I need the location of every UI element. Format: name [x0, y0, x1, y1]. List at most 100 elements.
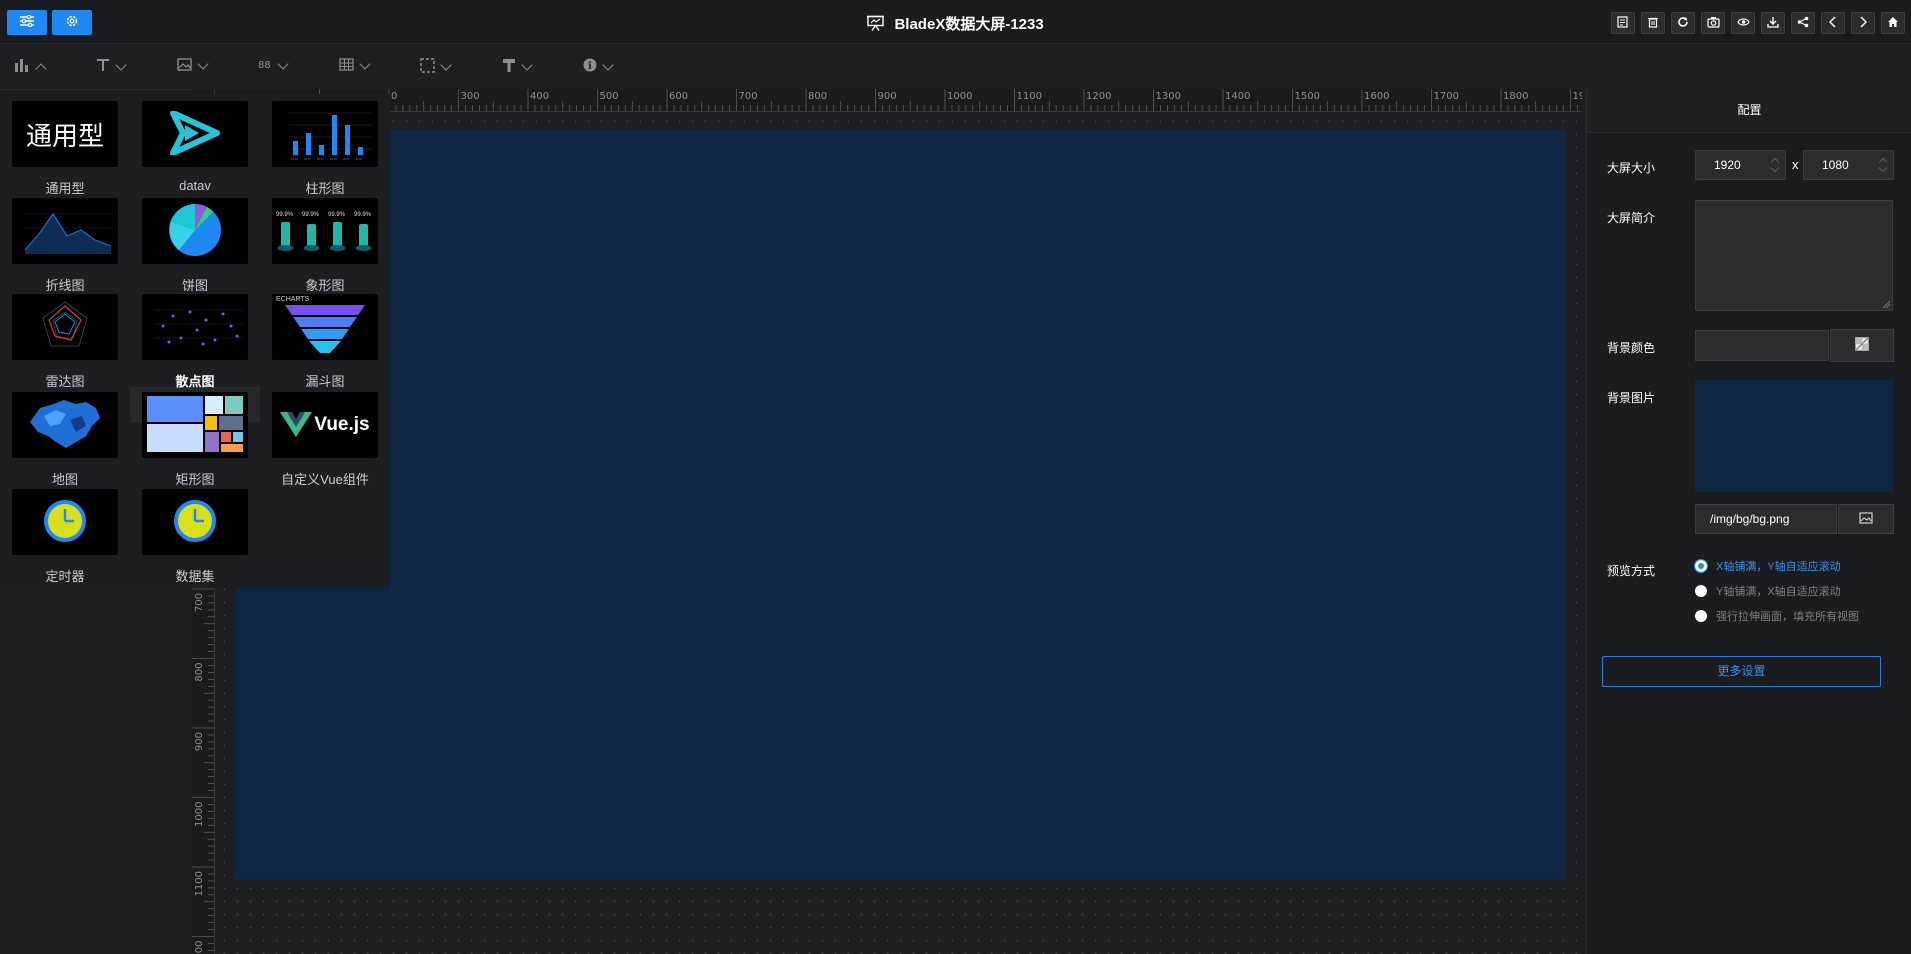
text-menu[interactable]: [96, 58, 127, 75]
border-menu[interactable]: [420, 58, 452, 76]
stepper-arrows-icon[interactable]: [1879, 157, 1887, 173]
ruler-label: 400: [530, 91, 549, 102]
height-input[interactable]: 1080: [1803, 150, 1894, 180]
share-button[interactable]: [1791, 12, 1815, 34]
datav-logo-icon: [169, 109, 221, 158]
ruler-label: 500: [600, 91, 619, 102]
number-menu[interactable]: 88: [258, 57, 289, 73]
lib-item-dataset[interactable]: 数据集: [142, 489, 248, 584]
more-settings-button[interactable]: 更多设置: [1602, 656, 1881, 687]
redo-button[interactable]: [1851, 12, 1875, 34]
lib-item-line-chart[interactable]: 折线图: [12, 198, 118, 293]
bg-image-path-input[interactable]: /img/bg/bg.png: [1695, 504, 1837, 534]
lib-item-label: 数据集: [175, 569, 215, 584]
treemap-thumbnail: [142, 392, 248, 458]
ruler-label: 1100: [194, 871, 205, 896]
eye-icon: [1736, 16, 1750, 30]
table-menu[interactable]: [339, 58, 371, 74]
ruler-label: 1300: [1156, 91, 1181, 102]
image-icon: [177, 58, 192, 74]
screen-canvas[interactable]: [235, 130, 1566, 879]
chevron-down-icon: [115, 58, 127, 71]
lib-item-bar-chart[interactable]: 2012 2013 2014 2015 2016 2017 柱形图: [272, 101, 378, 196]
lib-item-general[interactable]: 通用型 通用型: [12, 101, 118, 196]
width-input[interactable]: 1920: [1695, 150, 1786, 180]
log-button[interactable]: [1611, 12, 1635, 34]
radio-icon[interactable]: [1695, 585, 1707, 597]
ruler-label: 700: [194, 593, 205, 612]
resize-handle-icon[interactable]: [1883, 301, 1890, 308]
funnel-thumbnail: ECHARTS: [272, 294, 378, 360]
preview-option-stretch[interactable]: 强行拉伸画面，填充所有视图: [1695, 608, 1859, 624]
lib-item-label: 漏斗图: [305, 374, 345, 389]
pictorial-preview-icon: 99.9% 99.9% 99.9% 99.9%: [273, 200, 377, 263]
config-panel: 配置 大屏大小 1920 x 1080 大屏简介 背景颜色 背景图片 /img/…: [1586, 89, 1911, 954]
svg-text:2014: 2014: [317, 157, 324, 161]
svg-text:2012: 2012: [291, 157, 298, 161]
lib-item-funnel[interactable]: ECHARTS 漏斗图: [272, 294, 378, 389]
refresh-button[interactable]: [1671, 12, 1695, 34]
ruler-label: 800: [808, 91, 827, 102]
ruler-label: 1800: [1503, 91, 1528, 102]
image-icon: [1859, 511, 1873, 527]
ruler-top: 0 300 400 500 600 700 800 900 1000 1100 1200 1300 14…: [212, 89, 1582, 112]
undo-button[interactable]: [1821, 12, 1845, 34]
preview-option-y-fill[interactable]: Y轴铺满，X轴自适应滚动: [1695, 583, 1841, 599]
lib-item-treemap[interactable]: 矩形图: [142, 392, 248, 487]
lib-item-timer[interactable]: 定时器: [12, 489, 118, 584]
lib-item-pie-chart[interactable]: 饼图: [142, 198, 248, 293]
ruler-label: 1500: [1295, 91, 1320, 102]
lib-item-radar[interactable]: 雷达图: [12, 294, 118, 389]
preview-button[interactable]: [1731, 12, 1755, 34]
chevron-down-icon: [521, 59, 533, 71]
pie-chart-thumbnail: [142, 198, 248, 264]
digits-icon: 88: [258, 58, 272, 73]
radio-selected-icon[interactable]: [1694, 559, 1708, 573]
select-image-button[interactable]: [1838, 504, 1894, 534]
lib-item-scatter[interactable]: 散点图: [142, 294, 248, 389]
color-picker-button[interactable]: [1830, 329, 1894, 362]
lib-item-label: 饼图: [181, 278, 208, 293]
description-textarea[interactable]: [1695, 200, 1893, 311]
line-chart-thumbnail: [12, 198, 118, 264]
preview-option-x-fill[interactable]: X轴铺满，Y轴自适应滚动: [1694, 558, 1841, 574]
lib-item-datav[interactable]: datav: [142, 101, 248, 193]
size-separator: x: [1792, 157, 1799, 172]
chart-menu[interactable]: [14, 58, 47, 75]
decoration-menu[interactable]: [502, 58, 533, 76]
trash-icon: [1647, 16, 1659, 31]
chevron-down-icon: [602, 58, 614, 71]
component-library-panel: 通用型 通用型 datav 2012 2013 2014 2015 2016 2017 柱…: [0, 94, 390, 588]
svg-text:2017: 2017: [356, 157, 363, 161]
lib-item-label: 雷达图: [45, 374, 85, 389]
svg-text:2015: 2015: [330, 157, 337, 161]
svg-text:2016: 2016: [343, 157, 350, 161]
page-title: BladeX数据大屏-1233: [894, 16, 1044, 33]
other-menu[interactable]: i: [583, 58, 614, 75]
general-thumb-text: 通用型: [25, 121, 104, 152]
screenshot-button[interactable]: [1701, 12, 1725, 34]
bar-chart-thumbnail: 2012 2013 2014 2015 2016 2017: [272, 101, 378, 167]
lib-item-map[interactable]: 地图: [12, 392, 118, 487]
bg-color-input[interactable]: [1695, 330, 1829, 361]
bg-image-preview[interactable]: [1695, 380, 1893, 492]
ruler-label: 0: [391, 91, 397, 102]
lib-item-label: datav: [179, 178, 211, 193]
home-button[interactable]: [1881, 12, 1905, 34]
chevron-down-icon: [359, 58, 371, 70]
lib-item-vue-component[interactable]: Vue.js 自定义Vue组件: [272, 392, 378, 487]
ruler-label: 1000: [194, 802, 205, 827]
svg-text:88: 88: [258, 60, 271, 70]
scatter-thumbnail: [142, 294, 248, 360]
treemap-preview-icon: [145, 394, 245, 457]
general-thumbnail: 通用型: [12, 101, 118, 167]
dataset-thumbnail: [142, 489, 248, 555]
delete-button[interactable]: [1641, 12, 1665, 34]
map-preview-icon: [20, 396, 110, 455]
height-value: 1080: [1822, 158, 1849, 172]
image-menu[interactable]: [177, 58, 209, 74]
radio-icon[interactable]: [1695, 610, 1707, 622]
lib-item-pictorial[interactable]: 99.9% 99.9% 99.9% 99.9% 象形图: [272, 198, 378, 293]
stepper-arrows-icon[interactable]: [1771, 157, 1779, 173]
export-button[interactable]: [1761, 12, 1785, 34]
